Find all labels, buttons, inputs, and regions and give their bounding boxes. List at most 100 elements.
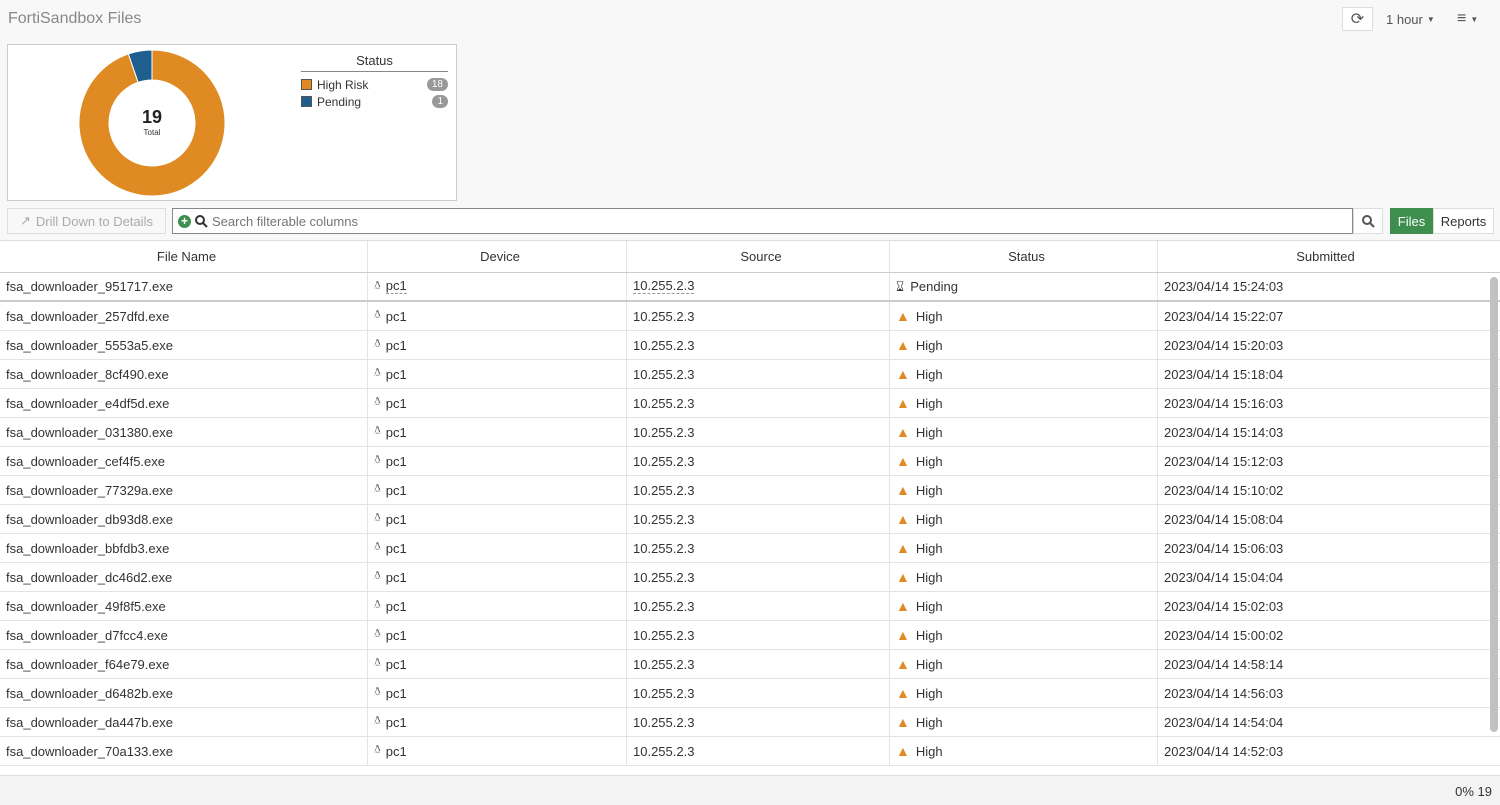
device-cell: 🐧︎ pc1 bbox=[368, 621, 627, 649]
device-name: pc1 bbox=[385, 511, 407, 527]
file-name: fsa_downloader_dc46d2.exe bbox=[6, 569, 173, 585]
submitted-cell: 2023/04/14 15:10:02 bbox=[1158, 476, 1487, 504]
device-name: pc1 bbox=[385, 627, 407, 643]
search-button[interactable] bbox=[1353, 208, 1383, 234]
device-name: pc1 bbox=[385, 395, 407, 411]
source-ip[interactable]: 10.255.2.3 bbox=[633, 279, 695, 294]
refresh-button[interactable]: ⟳ bbox=[1342, 7, 1373, 31]
add-filter-icon[interactable]: + bbox=[178, 214, 191, 228]
files-tab[interactable]: Files bbox=[1390, 208, 1433, 234]
table-row[interactable]: fsa_downloader_e4df5d.exe 🐧︎ pc1 10.255.2.3… bbox=[0, 389, 1500, 418]
file-name-cell: fsa_downloader_d6482b.exe bbox=[0, 679, 368, 707]
column-header[interactable]: File Name bbox=[0, 241, 368, 272]
device-cell: 🐧︎ pc1 bbox=[368, 592, 627, 620]
status-text: High bbox=[915, 453, 943, 469]
table-row[interactable]: fsa_downloader_da447b.exe 🐧︎ pc1 10.255.2.3… bbox=[0, 708, 1500, 737]
search-bar[interactable]: + bbox=[172, 208, 1353, 234]
submitted-time: 2023/04/14 15:24:03 bbox=[1164, 279, 1284, 294]
legend-label: High Risk bbox=[317, 77, 369, 92]
table-row[interactable]: fsa_downloader_257dfd.exe 🐧︎ pc1 10.255.2.3… bbox=[0, 302, 1500, 331]
source-ip: 10.255.2.3 bbox=[633, 482, 695, 498]
status-cell: ▲ High bbox=[890, 389, 1158, 417]
table-row[interactable]: fsa_downloader_70a133.exe 🐧︎ pc1 10.255.2.3… bbox=[0, 737, 1500, 766]
legend-swatch bbox=[301, 96, 312, 107]
hamburger-icon: ≡ bbox=[1457, 10, 1467, 27]
submitted-time: 2023/04/14 15:22:07 bbox=[1164, 308, 1284, 324]
file-name: fsa_downloader_d6482b.exe bbox=[6, 685, 173, 701]
warning-icon: ▲ bbox=[896, 685, 910, 701]
file-name-cell: fsa_downloader_5553a5.exe bbox=[0, 331, 368, 359]
status-cell: ▲ High bbox=[890, 679, 1158, 707]
device-cell: 🐧︎ pc1 bbox=[368, 737, 627, 765]
search-input[interactable] bbox=[212, 213, 1352, 229]
legend-count: 18 bbox=[426, 78, 448, 91]
warning-icon: ▲ bbox=[896, 540, 910, 556]
warning-icon: ▲ bbox=[896, 395, 910, 411]
warning-icon: ▲ bbox=[896, 308, 910, 324]
file-name: fsa_downloader_49f8f5.exe bbox=[6, 598, 166, 614]
file-name: fsa_downloader_70a133.exe bbox=[6, 743, 173, 759]
device-name[interactable]: pc1 bbox=[385, 279, 407, 294]
table-row[interactable]: fsa_downloader_8cf490.exe 🐧︎ pc1 10.255.2.3… bbox=[0, 360, 1500, 389]
warning-icon: ▲ bbox=[896, 453, 910, 469]
submitted-cell: 2023/04/14 15:02:03 bbox=[1158, 592, 1487, 620]
table-row[interactable]: fsa_downloader_d7fcc4.exe 🐧︎ pc1 10.255.2.3… bbox=[0, 621, 1500, 650]
table-row[interactable]: fsa_downloader_d6482b.exe 🐧︎ pc1 10.255.2.3… bbox=[0, 679, 1500, 708]
warning-icon: ▲ bbox=[896, 743, 910, 759]
submitted-cell: 2023/04/14 15:12:03 bbox=[1158, 447, 1487, 475]
warning-icon: ▲ bbox=[896, 714, 910, 730]
table-row[interactable]: fsa_downloader_031380.exe 🐧︎ pc1 10.255.2.3… bbox=[0, 418, 1500, 447]
source-cell: 10.255.2.3 bbox=[627, 679, 890, 707]
source-cell: 10.255.2.3 bbox=[627, 389, 890, 417]
file-name-cell: fsa_downloader_70a133.exe bbox=[0, 737, 368, 765]
status-cell: ▲ High bbox=[890, 737, 1158, 765]
source-ip: 10.255.2.3 bbox=[633, 685, 695, 701]
source-ip: 10.255.2.3 bbox=[633, 395, 695, 411]
reports-tab[interactable]: Reports bbox=[1433, 208, 1494, 234]
caret-down-icon: ▼ bbox=[1470, 14, 1479, 24]
device-name: pc1 bbox=[385, 424, 407, 440]
table-row[interactable]: fsa_downloader_db93d8.exe 🐧︎ pc1 10.255.2.3… bbox=[0, 505, 1500, 534]
table-row[interactable]: fsa_downloader_951717.exe 🐧︎ pc1 10.255.2.3… bbox=[0, 273, 1500, 302]
source-ip: 10.255.2.3 bbox=[633, 511, 695, 527]
table-row[interactable]: fsa_downloader_f64e79.exe 🐧︎ pc1 10.255.2.3… bbox=[0, 650, 1500, 679]
file-name: fsa_downloader_cef4f5.exe bbox=[6, 453, 166, 469]
menu-button[interactable]: ≡ ▼ bbox=[1457, 7, 1478, 31]
status-text: High bbox=[915, 482, 943, 498]
submitted-time: 2023/04/14 14:52:03 bbox=[1164, 743, 1284, 759]
time-range-dropdown[interactable]: 1 hour ▼ bbox=[1386, 7, 1435, 31]
device-cell: 🐧︎ pc1 bbox=[368, 447, 627, 475]
source-ip: 10.255.2.3 bbox=[633, 569, 695, 585]
file-name-cell: fsa_downloader_951717.exe bbox=[0, 273, 368, 300]
file-name: fsa_downloader_8cf490.exe bbox=[6, 366, 169, 382]
warning-icon: ▲ bbox=[896, 511, 910, 527]
table-row[interactable]: fsa_downloader_dc46d2.exe 🐧︎ pc1 10.255.2.3… bbox=[0, 563, 1500, 592]
source-ip: 10.255.2.3 bbox=[633, 337, 695, 353]
legend-item-high-risk[interactable]: High Risk 18 bbox=[301, 76, 448, 93]
status-text: High bbox=[915, 366, 943, 382]
table-row[interactable]: fsa_downloader_cef4f5.exe 🐧︎ pc1 10.255.2.3… bbox=[0, 447, 1500, 476]
footer: 0% 19 bbox=[0, 775, 1500, 805]
drill-down-label: Drill Down to Details bbox=[35, 213, 153, 229]
table-row[interactable]: fsa_downloader_77329a.exe 🐧︎ pc1 10.255.2.3… bbox=[0, 476, 1500, 505]
column-header[interactable]: Status bbox=[890, 241, 1158, 272]
submitted-time: 2023/04/14 14:58:14 bbox=[1164, 656, 1284, 672]
column-header[interactable]: Device bbox=[368, 241, 627, 272]
table-row[interactable]: fsa_downloader_bbfdb3.exe 🐧︎ pc1 10.255.2.3… bbox=[0, 534, 1500, 563]
scrollbar[interactable] bbox=[1490, 277, 1498, 732]
linux-icon: 🐧︎ bbox=[374, 744, 381, 756]
status-cell: ▲ High bbox=[890, 621, 1158, 649]
column-header[interactable]: Source bbox=[627, 241, 890, 272]
legend-item-pending[interactable]: Pending 1 bbox=[301, 93, 448, 110]
source-ip: 10.255.2.3 bbox=[633, 598, 695, 614]
table-row[interactable]: fsa_downloader_49f8f5.exe 🐧︎ pc1 10.255.2.3… bbox=[0, 592, 1500, 621]
page-title: FortiSandbox Files bbox=[8, 10, 142, 27]
device-cell: 🐧︎ pc1 bbox=[368, 563, 627, 591]
linux-icon: 🐧︎ bbox=[374, 512, 381, 524]
file-name-cell: fsa_downloader_031380.exe bbox=[0, 418, 368, 446]
table-row[interactable]: fsa_downloader_5553a5.exe 🐧︎ pc1 10.255.2.3… bbox=[0, 331, 1500, 360]
linux-icon: 🐧︎ bbox=[374, 454, 381, 466]
column-header[interactable]: Submitted bbox=[1158, 241, 1487, 272]
device-name: pc1 bbox=[385, 656, 407, 672]
drill-down-button[interactable]: ↗ Drill Down to Details bbox=[7, 208, 166, 234]
